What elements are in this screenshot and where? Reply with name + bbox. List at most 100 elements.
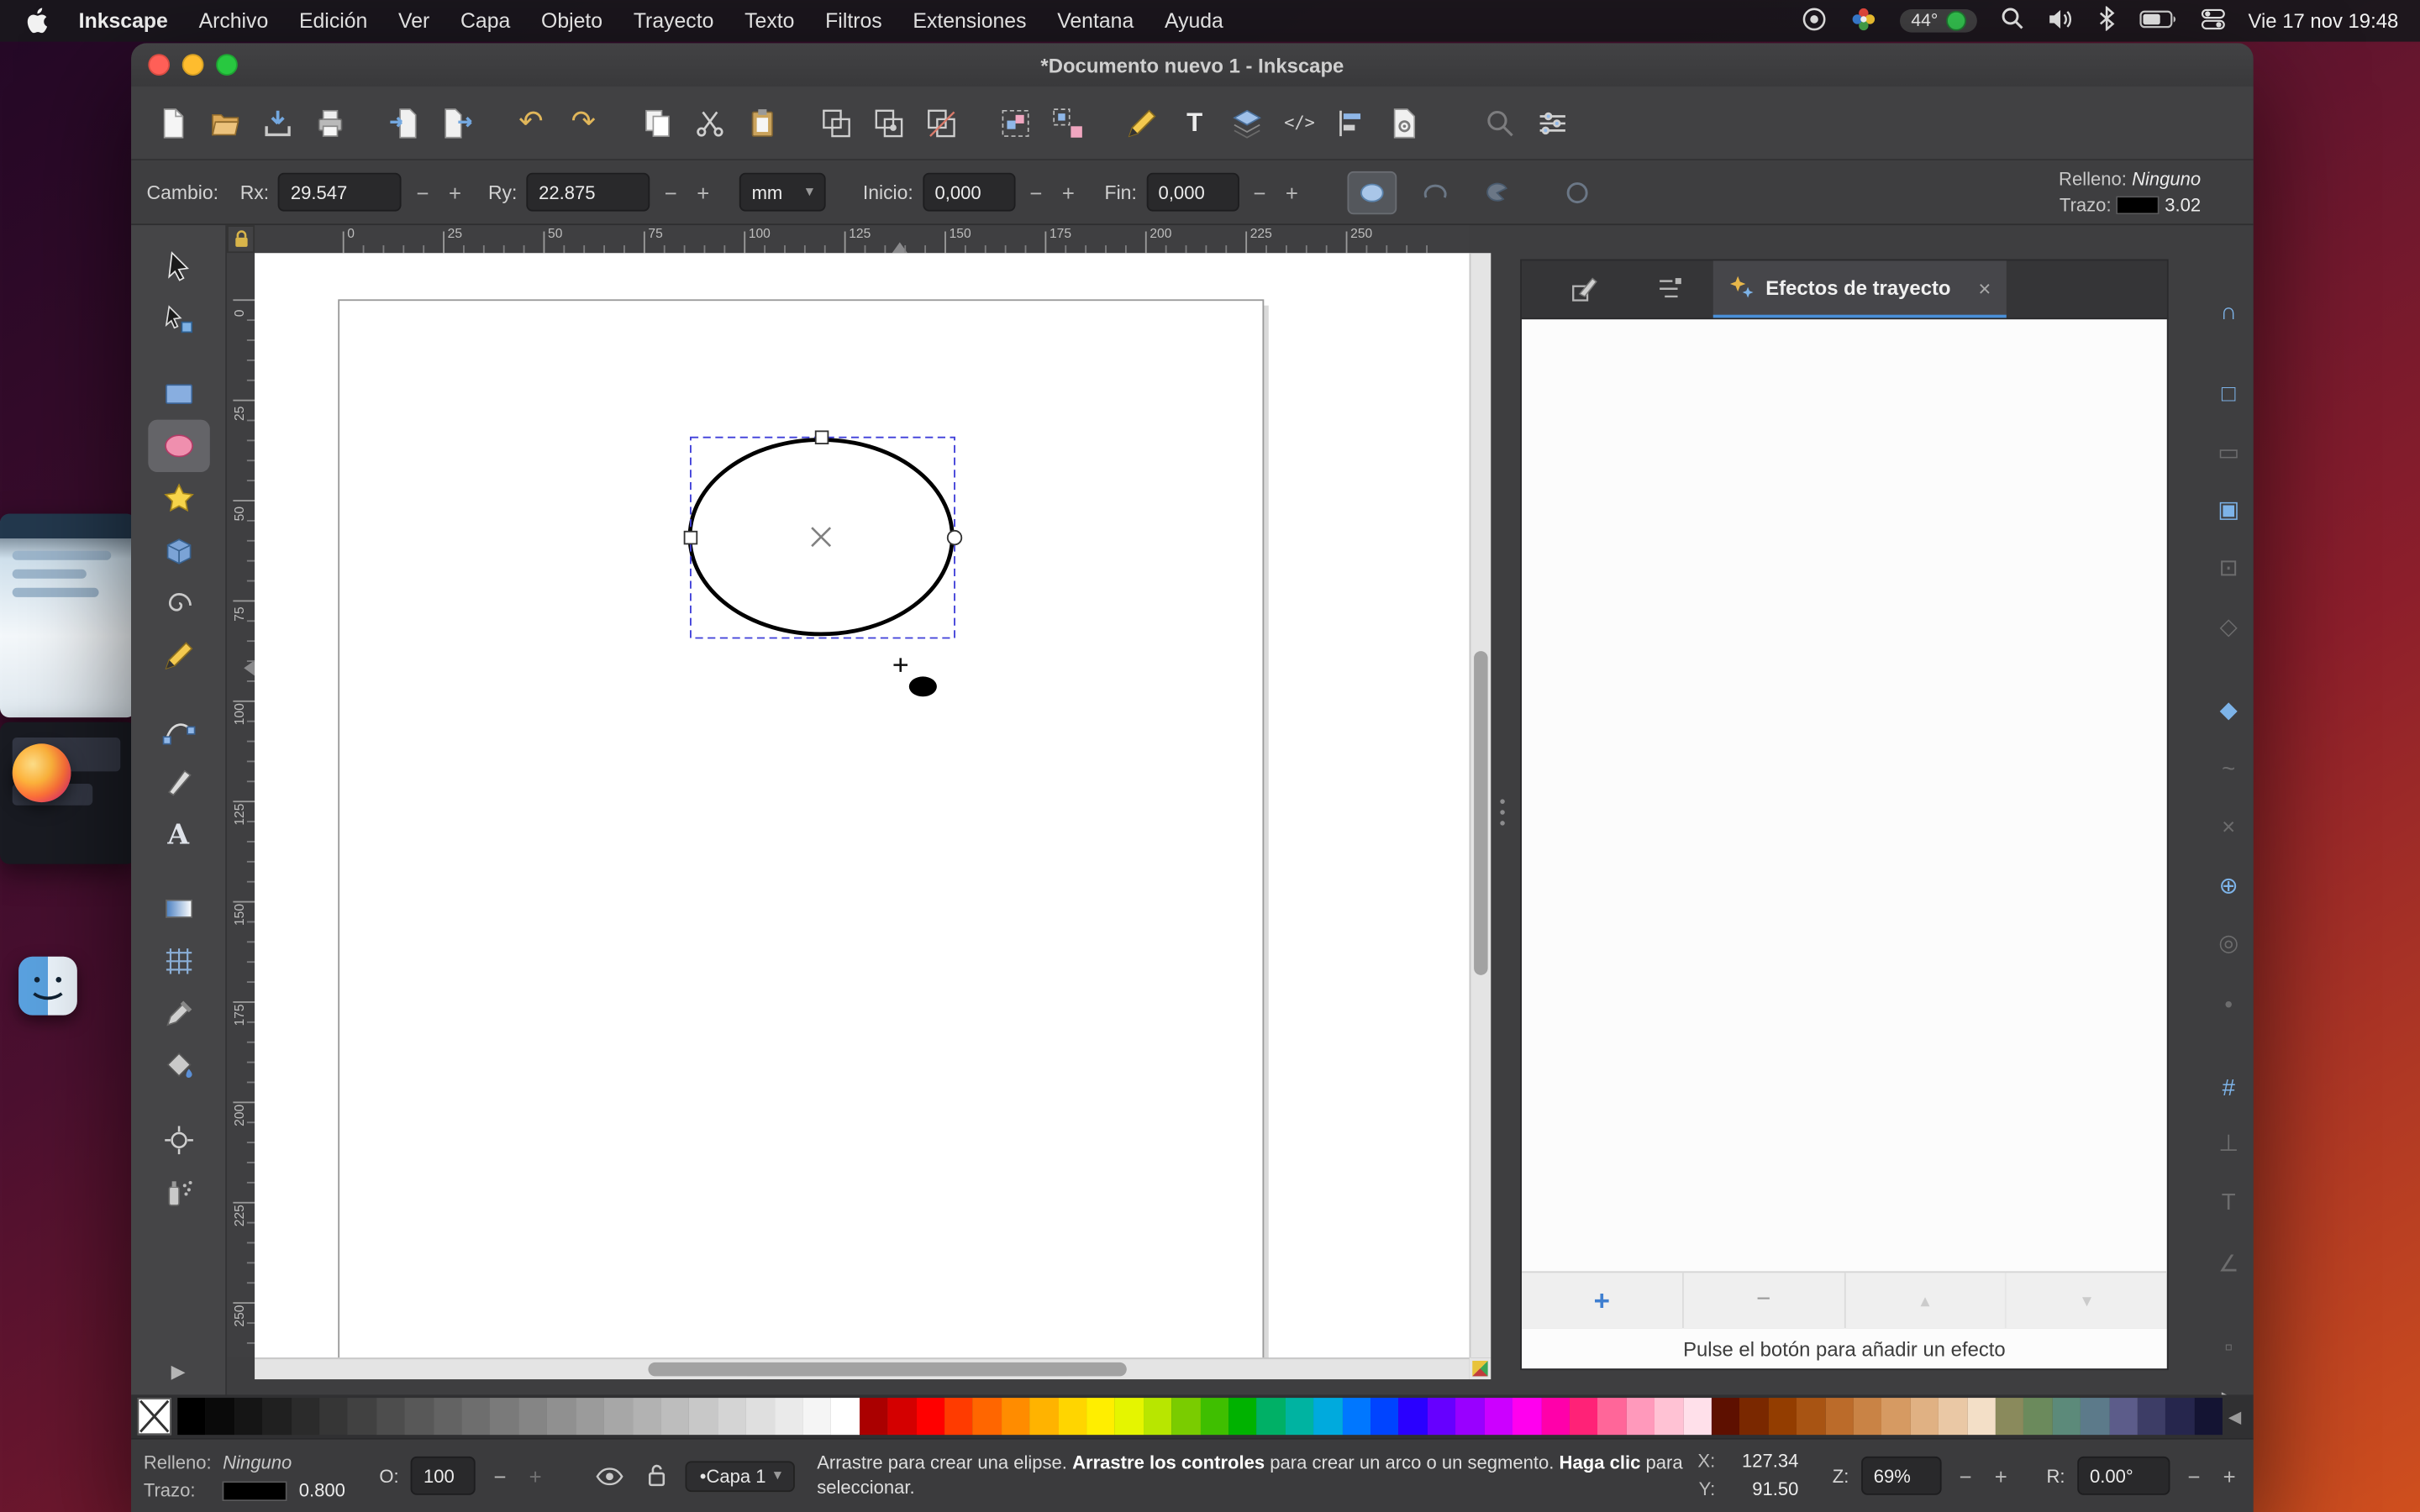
paint-bucket-tool[interactable]: [147, 1040, 208, 1092]
text-tool[interactable]: A: [147, 808, 208, 860]
snap-rotation-center[interactable]: ∠: [2204, 1245, 2254, 1282]
rx-handle[interactable]: [685, 532, 697, 544]
palette-swatch[interactable]: [1484, 1398, 1512, 1435]
current-layer-selector[interactable]: •Capa 1 ▾: [686, 1460, 795, 1491]
export-button[interactable]: [430, 98, 482, 148]
palette-swatch[interactable]: [1655, 1398, 1683, 1435]
palette-swatch[interactable]: [1683, 1398, 1712, 1435]
menubar-clock[interactable]: Vie 17 nov 19:48: [2248, 9, 2398, 33]
dock-resize-handle[interactable]: [1496, 765, 1508, 858]
fill-stroke-indicator[interactable]: Relleno: Ninguno Trazo: 3.02: [2059, 167, 2201, 217]
palette-swatch[interactable]: [1910, 1398, 1939, 1435]
duplicate-button[interactable]: [810, 98, 862, 148]
paste-button[interactable]: [736, 98, 788, 148]
arc-open-mode-button[interactable]: [1412, 172, 1458, 213]
snap-line-midpoints[interactable]: •: [2204, 986, 2254, 1023]
palette-swatch[interactable]: [518, 1398, 547, 1435]
palette-swatch[interactable]: [1370, 1398, 1399, 1435]
palette-swatch[interactable]: [2081, 1398, 2109, 1435]
palette-swatch[interactable]: [461, 1398, 490, 1435]
rectangle-tool[interactable]: [147, 367, 208, 419]
ry-increase-button[interactable]: +: [692, 181, 715, 203]
rx-increase-button[interactable]: +: [444, 181, 467, 203]
snap-master-toggle[interactable]: ∩: [2204, 293, 2254, 330]
snap-bounding-box[interactable]: □: [2204, 375, 2254, 412]
ry-handle[interactable]: [816, 431, 829, 444]
snap-grid[interactable]: #: [2204, 1069, 2254, 1106]
vertical-scrollbar-thumb[interactable]: [1474, 651, 1488, 975]
palette-swatch[interactable]: [1626, 1398, 1655, 1435]
palette-swatch[interactable]: [1200, 1398, 1228, 1435]
opacity-input[interactable]: 100: [411, 1457, 476, 1495]
menubar-item-archivo[interactable]: Archivo: [183, 9, 283, 33]
menubar-item-trayecto[interactable]: Trayecto: [618, 9, 729, 33]
undo-button[interactable]: ↶: [505, 98, 557, 148]
palette-swatch[interactable]: [1854, 1398, 1882, 1435]
palette-swatch[interactable]: [2166, 1398, 2195, 1435]
palette-swatch[interactable]: [1257, 1398, 1286, 1435]
ungroup-objects-button[interactable]: [1042, 98, 1094, 148]
palette-swatch[interactable]: [1399, 1398, 1428, 1435]
menubar-app-name[interactable]: Inkscape: [63, 9, 183, 33]
palette-swatch[interactable]: [1712, 1398, 1740, 1435]
ry-input[interactable]: 22.875: [526, 173, 650, 212]
palette-swatch[interactable]: [802, 1398, 831, 1435]
snap-page-border[interactable]: ▫: [2204, 1328, 2254, 1365]
rotation-increase-button[interactable]: +: [2217, 1465, 2241, 1487]
save-document-button[interactable]: [251, 98, 303, 148]
fill-stroke-status[interactable]: Relleno: Ninguno Trazo: 0.800: [144, 1448, 345, 1504]
palette-swatch[interactable]: [1456, 1398, 1485, 1435]
palette-swatch[interactable]: [774, 1398, 802, 1435]
unlink-clone-button[interactable]: [915, 98, 967, 148]
arc-segment-mode-button[interactable]: [1473, 172, 1519, 213]
copy-button[interactable]: [631, 98, 683, 148]
snap-nodes[interactable]: ◆: [2204, 691, 2254, 728]
palette-swatch[interactable]: [319, 1398, 348, 1435]
gradient-tool[interactable]: [147, 883, 208, 935]
screen-record-icon[interactable]: [1802, 5, 1828, 36]
battery-icon[interactable]: [2139, 8, 2177, 33]
palette-swatch[interactable]: [1144, 1398, 1172, 1435]
arc-handle[interactable]: [948, 531, 962, 545]
unit-dropdown[interactable]: mm ▾: [739, 173, 826, 212]
print-button[interactable]: [304, 98, 356, 148]
palette-swatch[interactable]: [1797, 1398, 1825, 1435]
ellipse-mode-button[interactable]: [1347, 171, 1397, 213]
import-button[interactable]: [378, 98, 430, 148]
rx-input[interactable]: 29.547: [278, 173, 402, 212]
snap-bbox-edges[interactable]: ▭: [2204, 433, 2254, 470]
vertical-scrollbar[interactable]: [1470, 253, 1491, 1357]
pencil-tool[interactable]: [147, 629, 208, 681]
remove-effect-button[interactable]: −: [1683, 1273, 1844, 1328]
zoom-increase-button[interactable]: +: [1990, 1465, 2013, 1487]
palette-swatch[interactable]: [860, 1398, 888, 1435]
palette-swatch[interactable]: [348, 1398, 376, 1435]
align-distribute-button[interactable]: [1326, 98, 1378, 148]
selector-tool[interactable]: [147, 241, 208, 293]
palette-swatch[interactable]: [234, 1398, 263, 1435]
preferences-button[interactable]: [1527, 98, 1579, 148]
toolbox-expand-arrow[interactable]: ▶: [171, 1361, 186, 1383]
opacity-decrease-button[interactable]: −: [488, 1465, 512, 1487]
palette-swatch[interactable]: [2109, 1398, 2138, 1435]
palette-swatch[interactable]: [1115, 1398, 1144, 1435]
palette-swatch[interactable]: [2195, 1398, 2223, 1435]
opacity-increase-button[interactable]: +: [523, 1465, 547, 1487]
bezier-pen-tool[interactable]: [147, 704, 208, 756]
menubar-item-ventana[interactable]: Ventana: [1042, 9, 1150, 33]
color-managed-view-toggle[interactable]: [1470, 1357, 1491, 1379]
menubar-item-objeto[interactable]: Objeto: [526, 9, 618, 33]
firefox-icon[interactable]: [13, 743, 71, 802]
snap-path-intersections[interactable]: ×: [2204, 808, 2254, 845]
rotation-input[interactable]: 0.00°: [2077, 1457, 2170, 1495]
end-input[interactable]: 0,000: [1146, 173, 1239, 212]
palette-swatch[interactable]: [206, 1398, 234, 1435]
palette-swatch[interactable]: [1314, 1398, 1343, 1435]
layers-dialog-button[interactable]: [1221, 98, 1273, 148]
new-document-button[interactable]: [146, 98, 198, 148]
canvas[interactable]: [255, 253, 1470, 1357]
node-tool[interactable]: [147, 293, 208, 345]
horizontal-scrollbar-thumb[interactable]: [648, 1362, 1126, 1377]
cut-button[interactable]: [684, 98, 736, 148]
palette-swatch[interactable]: [2024, 1398, 2053, 1435]
